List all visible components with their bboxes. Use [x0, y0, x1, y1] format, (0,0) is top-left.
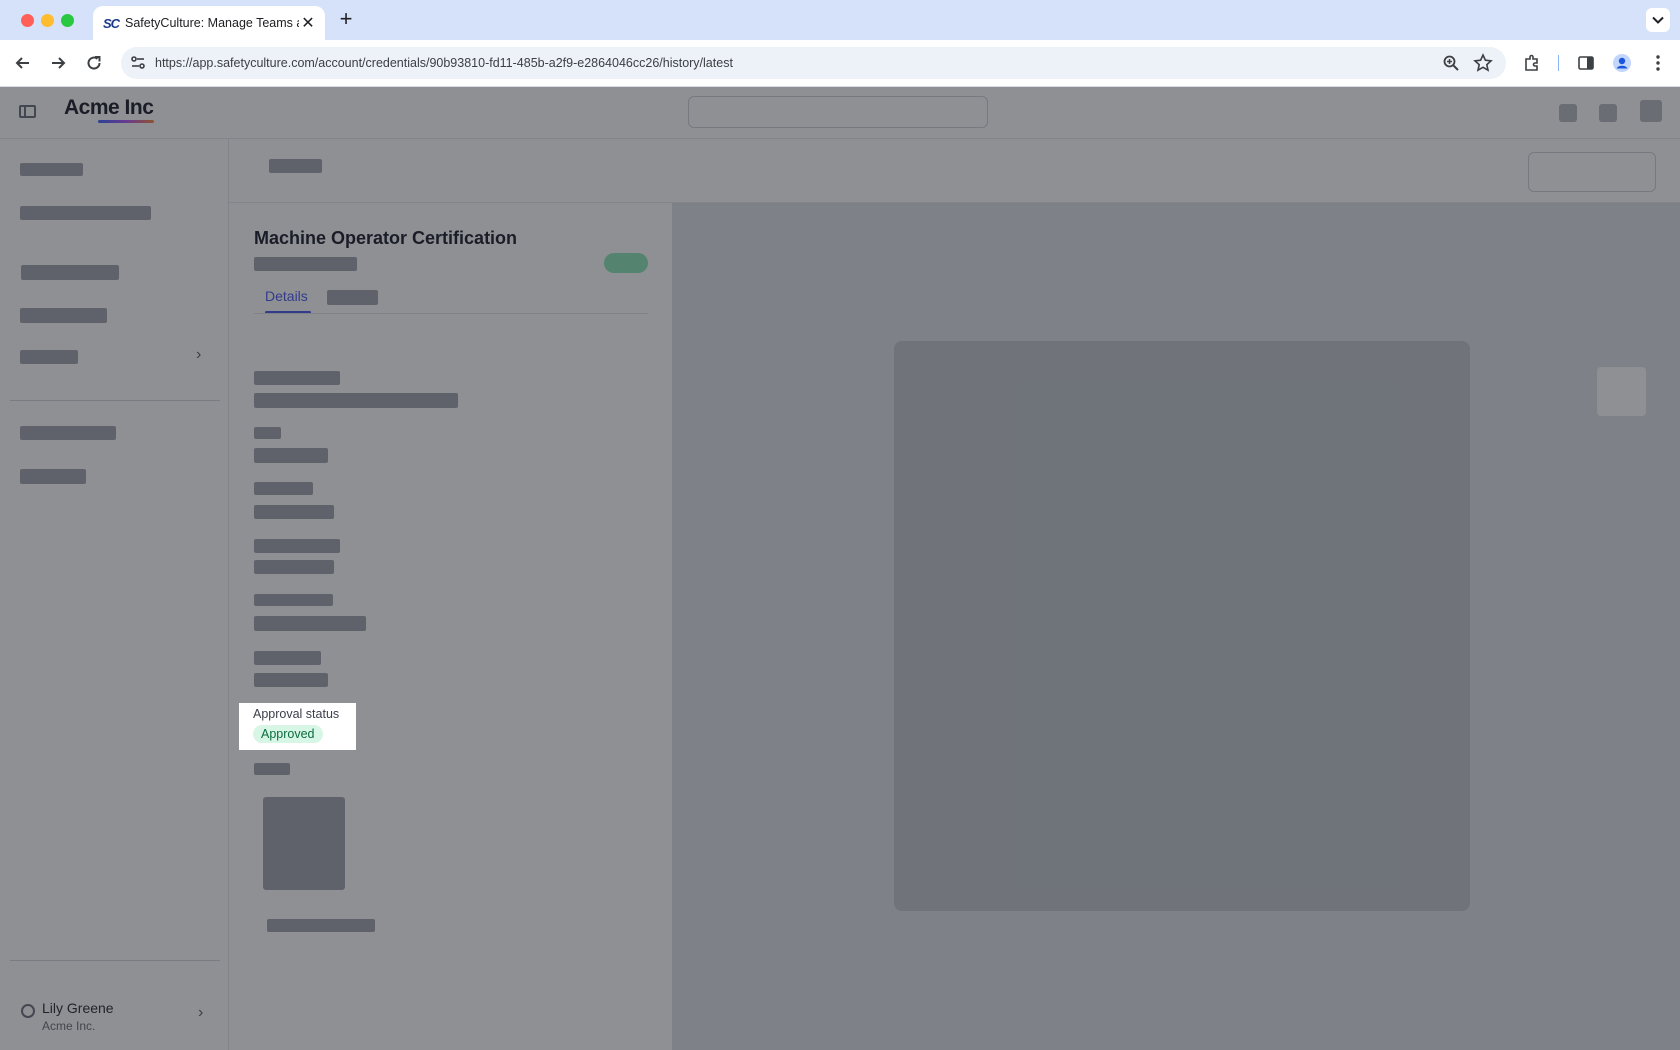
approval-status-badge: Approved — [253, 725, 323, 743]
site-settings-icon[interactable] — [129, 54, 147, 72]
side-panel-icon[interactable] — [1575, 52, 1597, 74]
bookmark-star-icon[interactable] — [1473, 53, 1493, 78]
dim-overlay — [0, 87, 1680, 1050]
toolbar-separator — [1558, 55, 1559, 71]
approval-status-field: Approval status Approved — [239, 703, 356, 750]
back-icon[interactable] — [12, 52, 34, 74]
zoom-icon[interactable] — [1442, 54, 1460, 77]
profile-icon[interactable] — [1611, 52, 1633, 74]
web-page: Acme Inc › Lily Greene Acme Inc. › Machi… — [0, 87, 1680, 1050]
tab-list-icon[interactable] — [1646, 8, 1670, 32]
forward-icon[interactable] — [47, 52, 69, 74]
window-close-button[interactable] — [21, 14, 34, 27]
address-bar[interactable]: https://app.safetyculture.com/account/cr… — [121, 47, 1506, 79]
window-maximize-button[interactable] — [61, 14, 74, 27]
browser-tab-strip: SC SafetyCulture: Manage Teams and... ✕ … — [0, 0, 1680, 40]
extensions-icon[interactable] — [1521, 52, 1543, 74]
close-icon[interactable]: ✕ — [299, 13, 317, 33]
tab-title: SafetyCulture: Manage Teams and... — [125, 16, 299, 30]
menu-icon[interactable] — [1647, 52, 1669, 74]
new-tab-icon[interactable]: + — [334, 8, 358, 32]
approval-status-label: Approval status — [253, 707, 340, 721]
reload-icon[interactable] — [83, 52, 105, 74]
window-minimize-button[interactable] — [41, 14, 54, 27]
browser-toolbar: https://app.safetyculture.com/account/cr… — [0, 40, 1680, 87]
safetyculture-favicon-icon: SC — [103, 15, 120, 31]
url-text[interactable]: https://app.safetyculture.com/account/cr… — [155, 47, 733, 79]
browser-tab-active[interactable]: SC SafetyCulture: Manage Teams and... ✕ — [93, 6, 325, 40]
